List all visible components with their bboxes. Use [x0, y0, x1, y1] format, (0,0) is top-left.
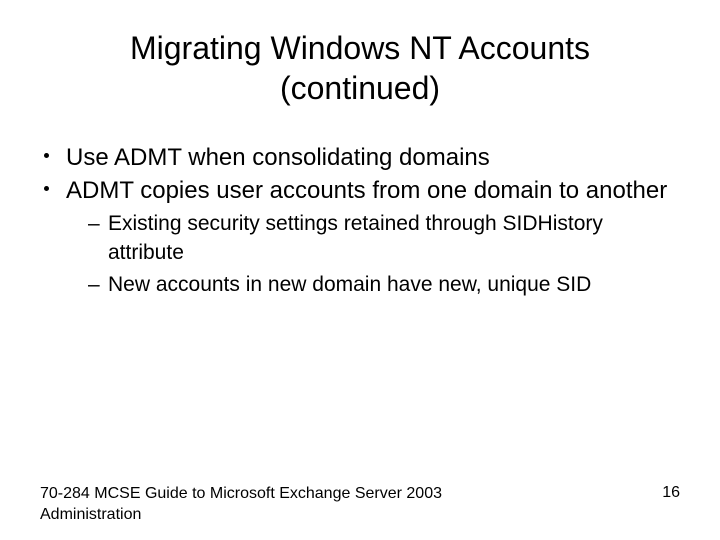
- bullet-list: Use ADMT when consolidating domains ADMT…: [40, 142, 680, 206]
- slide-container: Migrating Windows NT Accounts (continued…: [0, 0, 720, 540]
- slide-footer: 70-284 MCSE Guide to Microsoft Exchange …: [40, 484, 680, 526]
- bullet-marker-icon: [44, 175, 66, 206]
- footer-source: 70-284 MCSE Guide to Microsoft Exchange …: [40, 484, 480, 526]
- slide-content: Use ADMT when consolidating domains ADMT…: [40, 142, 680, 299]
- dash-marker-icon: –: [88, 271, 108, 299]
- bullet-text: ADMT copies user accounts from one domai…: [66, 175, 680, 206]
- sub-bullet-item: – New accounts in new domain have new, u…: [88, 271, 680, 299]
- sub-bullet-list: – Existing security settings retained th…: [40, 210, 680, 299]
- bullet-marker-icon: [44, 142, 66, 173]
- bullet-item: ADMT copies user accounts from one domai…: [44, 175, 680, 206]
- sub-bullet-item: – Existing security settings retained th…: [88, 210, 680, 267]
- dash-marker-icon: –: [88, 210, 108, 238]
- bullet-text: Use ADMT when consolidating domains: [66, 142, 680, 173]
- sub-bullet-text: Existing security settings retained thro…: [108, 210, 680, 267]
- footer-page-number: 16: [662, 484, 680, 502]
- slide-title: Migrating Windows NT Accounts (continued…: [40, 28, 680, 108]
- bullet-item: Use ADMT when consolidating domains: [44, 142, 680, 173]
- sub-bullet-text: New accounts in new domain have new, uni…: [108, 271, 680, 299]
